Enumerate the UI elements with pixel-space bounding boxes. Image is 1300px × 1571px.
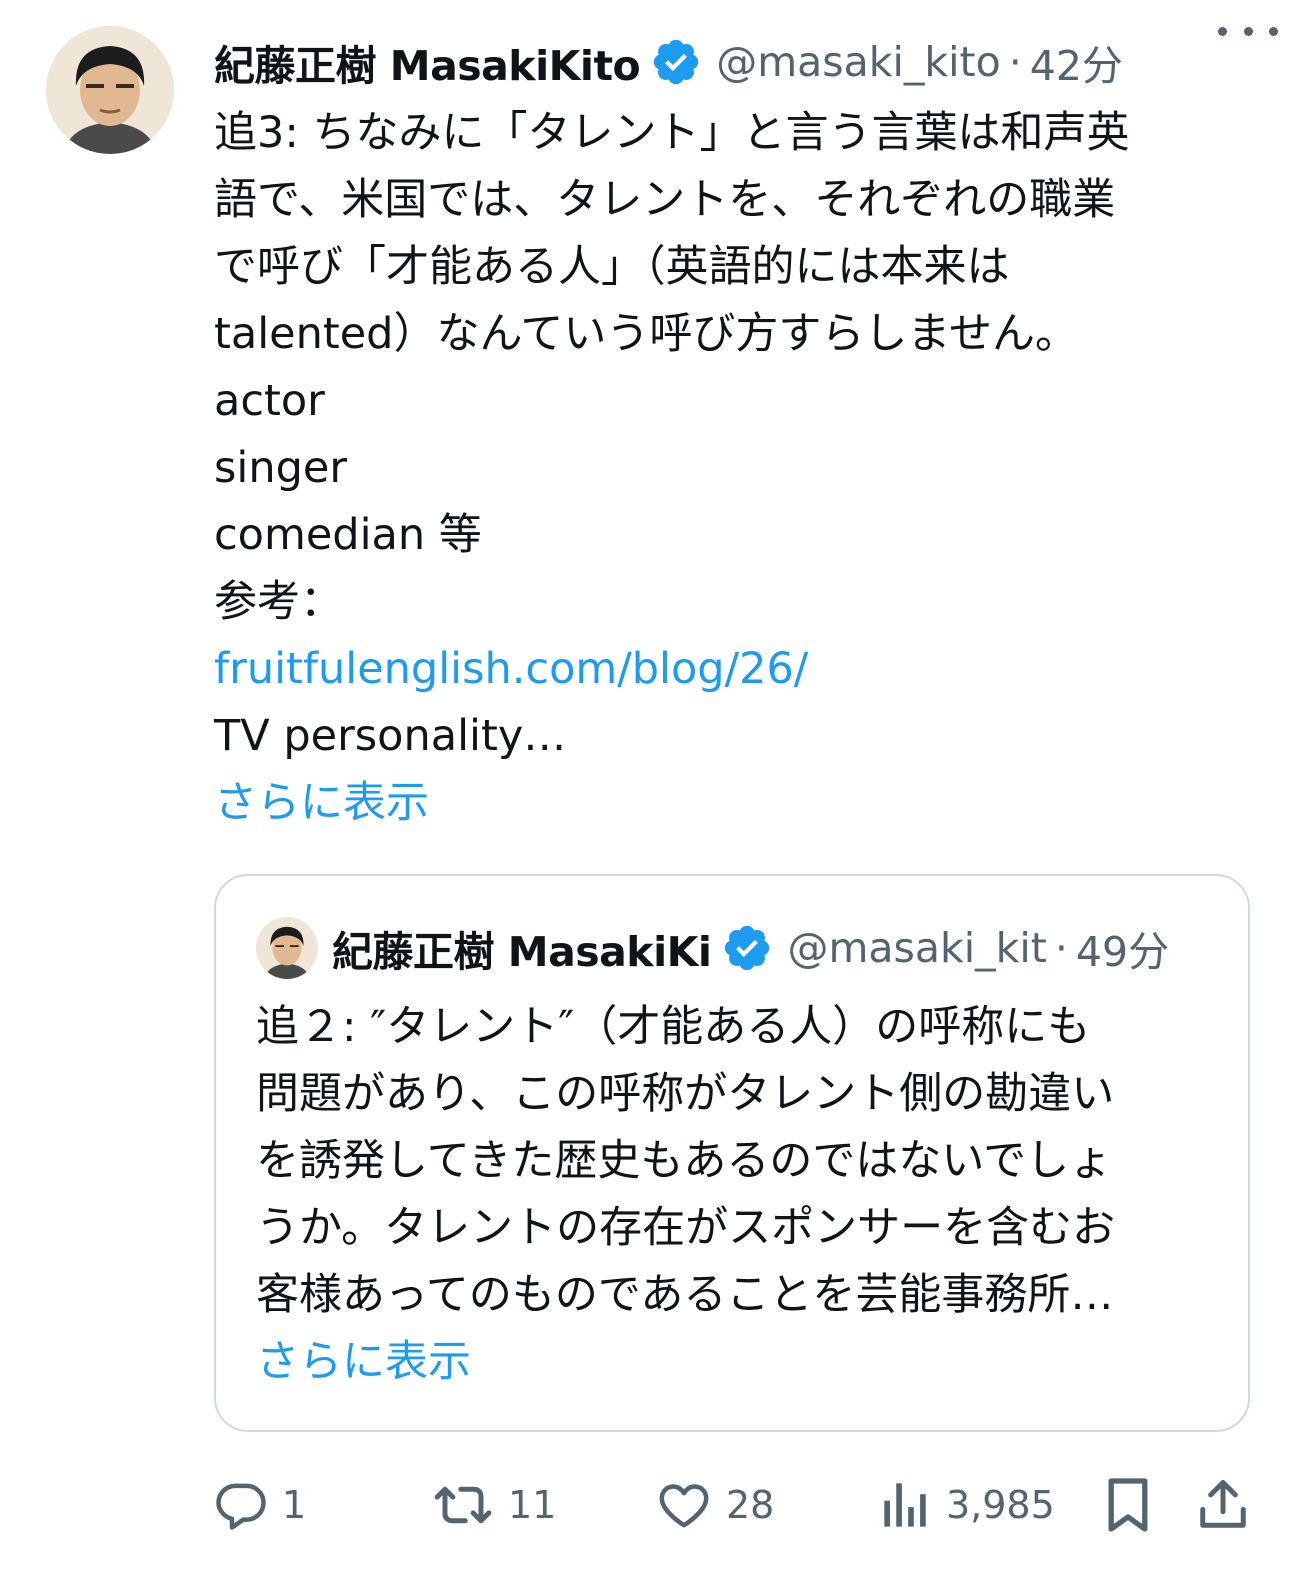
show-more-link[interactable]: さらに表示 — [214, 770, 1244, 837]
tweet[interactable]: 紀藤正樹 MasakiKito @masaki_kito · 42分 追3: ち… — [0, 0, 1300, 1571]
like-icon — [659, 1484, 709, 1528]
views-count: 3,985 — [946, 1483, 1055, 1527]
repost-count: 11 — [508, 1483, 557, 1527]
repost-icon — [434, 1486, 492, 1524]
bookmark-button[interactable] — [1104, 1470, 1166, 1540]
tweet-timestamp[interactable]: 42分 — [1030, 32, 1123, 92]
author-name[interactable]: 紀藤正樹 MasakiKito — [214, 32, 641, 92]
verified-badge-icon — [650, 36, 702, 88]
tweet-line: talented）なんていう呼び方すらしません。 — [214, 309, 1079, 359]
quoted-author-avatar — [256, 917, 318, 979]
views-button[interactable]: 3,985 — [880, 1470, 1055, 1540]
quoted-tweet-header: 紀藤正樹 MasakiKi @masaki_kit · 49分 — [256, 916, 1216, 980]
bookmark-icon — [1108, 1478, 1148, 1532]
quoted-line: 追２: ″タレント″（才能ある人）の呼称にも — [256, 1002, 1091, 1052]
tweet-line: comedian 等 — [214, 510, 482, 560]
reply-count: 1 — [282, 1483, 307, 1527]
tweet-line: 語で、米国では、タレントを、それぞれの職業 — [214, 175, 1116, 225]
action-bar: 1 11 28 3,985 — [214, 1470, 1264, 1540]
header-separator: · — [1008, 38, 1022, 86]
tweet-line: 追3: ちなみに「タレント」と言う言葉は和声英 — [214, 108, 1130, 158]
tweet-line: 参考： — [214, 577, 343, 627]
repost-button[interactable]: 11 — [432, 1470, 556, 1540]
more-dots-icon[interactable] — [1218, 16, 1278, 46]
quoted-tweet-text: 追２: ″タレント″（才能ある人）の呼称にも 問題があり、この呼称がタレント側の… — [256, 994, 1226, 1396]
header-separator: · — [1054, 924, 1068, 972]
reply-button[interactable]: 1 — [214, 1470, 306, 1540]
tweet-line: singer — [214, 443, 348, 493]
quoted-timestamp: 49分 — [1075, 928, 1170, 976]
reference-link[interactable]: fruitfulenglish.com/blog/26/ — [214, 636, 1244, 703]
like-count: 28 — [726, 1483, 775, 1527]
views-icon — [884, 1483, 926, 1527]
quoted-line: 問題があり、この呼称がタレント側の勘違い — [256, 1069, 1115, 1119]
quoted-author-handle: @masaki_kit — [787, 924, 1047, 972]
quoted-line: うか。タレントの存在がスポンサーを含むお — [256, 1203, 1116, 1253]
tweet-line: actor — [214, 376, 325, 426]
tweet-line: TV personality… — [214, 711, 567, 761]
tweet-text: 追3: ちなみに「タレント」と言う言葉は和声英 語で、米国では、タレントを、それ… — [214, 100, 1244, 837]
share-button[interactable] — [1196, 1470, 1264, 1540]
quoted-show-more-link[interactable]: さらに表示 — [256, 1329, 1226, 1396]
quoted-line: 客様あってのものであることを芸能事務所… — [256, 1270, 1114, 1320]
quoted-line: を誘発してきた歴史もあるのではないでしょ — [256, 1136, 1113, 1186]
avatar-portrait-icon — [256, 917, 318, 979]
quoted-tweet[interactable]: 紀藤正樹 MasakiKi @masaki_kit · 49分 追２: ″タレン… — [214, 874, 1250, 1432]
tweet-line: で呼び「才能ある人」（英語的には本来は — [214, 242, 1010, 292]
reply-icon — [216, 1483, 266, 1530]
share-icon — [1200, 1480, 1246, 1528]
like-button[interactable]: 28 — [656, 1470, 774, 1540]
tweet-header: 紀藤正樹 MasakiKito @masaki_kito · 42分 — [214, 30, 1274, 94]
author-avatar[interactable] — [46, 26, 174, 154]
author-handle[interactable]: @masaki_kito — [716, 38, 1000, 86]
verified-badge-icon — [721, 922, 773, 974]
quoted-author-name: 紀藤正樹 MasakiKi — [332, 928, 712, 976]
avatar-portrait-icon — [46, 26, 174, 154]
